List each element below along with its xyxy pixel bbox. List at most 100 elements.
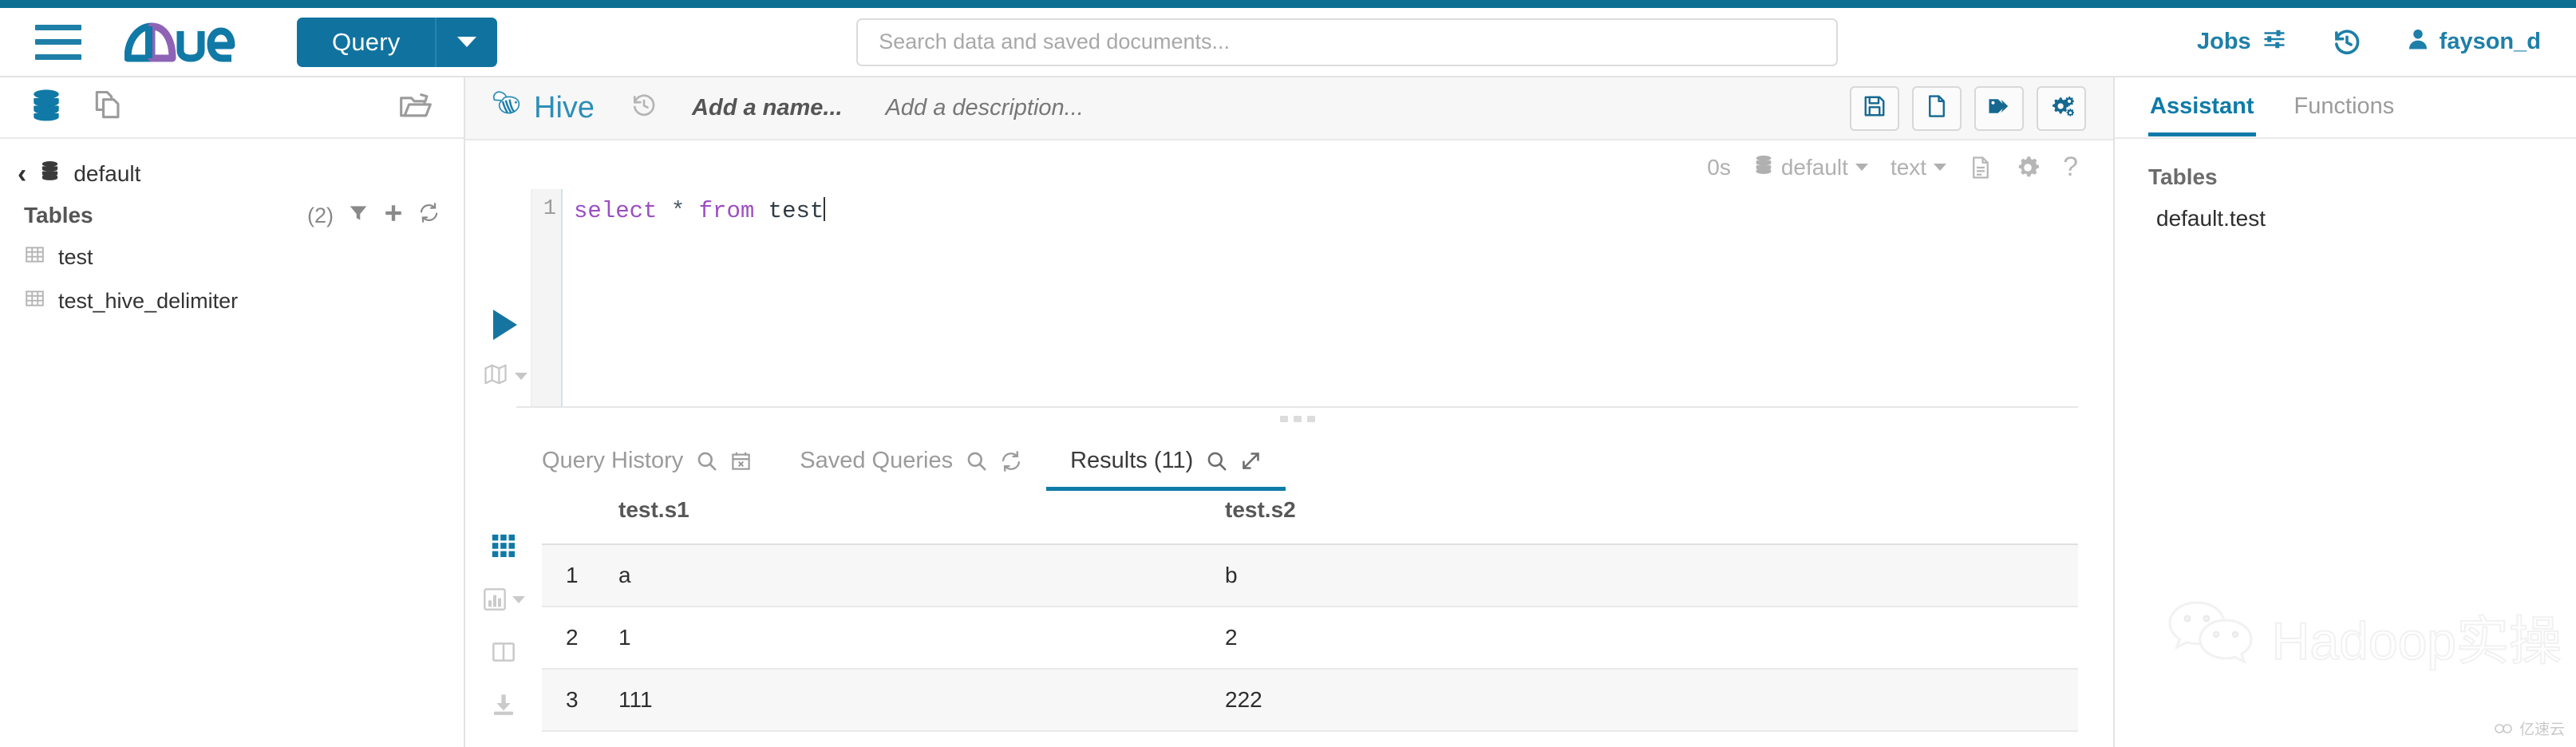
- refresh-icon[interactable]: [1000, 450, 1022, 472]
- explain-control[interactable]: [483, 362, 527, 390]
- grid-icon[interactable]: [490, 532, 517, 559]
- result-tabs: Query History Saved Queries: [465, 430, 2113, 491]
- table-item-label: test: [58, 245, 93, 270]
- elapsed-time: 0s: [1707, 155, 1731, 180]
- left-panel-header: [0, 77, 464, 139]
- calendar-x-icon[interactable]: [730, 450, 752, 472]
- results-panel: test.s1 test.s2 1 a b 2: [465, 491, 2113, 747]
- table-icon: [24, 244, 45, 271]
- sql-token-operator: *: [657, 198, 698, 224]
- assistant-table-item[interactable]: default.test: [2115, 190, 2576, 231]
- table-list-item[interactable]: test_hive_delimiter: [0, 279, 464, 323]
- chevron-down-icon[interactable]: [437, 18, 497, 67]
- editor-column: Hive Add a name... Add a description...: [465, 77, 2113, 747]
- engine-label: Hive: [534, 91, 595, 125]
- tables-title: Tables: [24, 203, 93, 228]
- table-row[interactable]: 3 111 222: [542, 669, 2078, 731]
- filter-icon[interactable]: [348, 203, 369, 229]
- expand-icon[interactable]: [1240, 450, 1262, 472]
- gear-icon[interactable]: [2015, 155, 2041, 180]
- save-button[interactable]: [1850, 86, 1899, 131]
- editor-resize-handle[interactable]: [516, 406, 2078, 430]
- table-list-item[interactable]: test: [0, 235, 464, 279]
- download-icon[interactable]: [491, 692, 516, 717]
- editor-header: Hive Add a name... Add a description...: [465, 77, 2113, 140]
- assistant-section-title: Tables: [2115, 139, 2576, 190]
- column-header-s1[interactable]: test.s1: [618, 491, 1225, 544]
- user-name: fayson_d: [2440, 29, 2541, 55]
- question-mark-icon[interactable]: ?: [2063, 152, 2078, 183]
- breadcrumb[interactable]: ‹ default: [0, 139, 464, 194]
- search-icon[interactable]: [696, 450, 717, 472]
- hamburger-icon[interactable]: [35, 25, 81, 60]
- column-header-s2[interactable]: test.s2: [1225, 491, 2078, 544]
- tables-count: (2): [307, 204, 334, 228]
- code-text[interactable]: select * from test: [561, 189, 2113, 406]
- database-icon[interactable]: [29, 87, 64, 128]
- hive-bee-icon: [486, 87, 523, 130]
- user-menu[interactable]: fayson_d: [2406, 26, 2541, 58]
- breadcrumb-db-label: default: [73, 161, 140, 187]
- global-search: [497, 18, 2197, 66]
- query-description-input[interactable]: Add a description...: [886, 95, 1084, 121]
- new-query-button[interactable]: [1912, 86, 1962, 131]
- table-row[interactable]: 2 1 2: [542, 607, 2078, 669]
- result-format-selector[interactable]: text: [1891, 155, 1946, 180]
- new-document-icon: [1925, 94, 1949, 122]
- refresh-icon[interactable]: [418, 202, 440, 229]
- tab-saved-queries[interactable]: Saved Queries: [776, 440, 1046, 491]
- columns-icon[interactable]: [491, 639, 516, 665]
- query-button-label: Query: [297, 18, 435, 67]
- document-lines-icon[interactable]: [1969, 155, 1993, 180]
- database-icon: [39, 160, 61, 188]
- code-area[interactable]: 1 select * from test: [531, 189, 2113, 406]
- format-label: text: [1891, 155, 1926, 180]
- history-icon[interactable]: [631, 93, 657, 125]
- tab-query-history[interactable]: Query History: [518, 440, 776, 491]
- sql-token-keyword: select: [574, 198, 657, 224]
- documents-icon[interactable]: [91, 87, 126, 128]
- plus-icon[interactable]: [383, 203, 404, 229]
- map-icon: [483, 362, 508, 390]
- search-icon[interactable]: [966, 450, 987, 472]
- chevron-down-icon: [1934, 164, 1946, 171]
- hue-logo[interactable]: [124, 22, 252, 63]
- jobs-button[interactable]: Jobs: [2197, 27, 2288, 57]
- editor-action-buttons: [1850, 86, 2086, 131]
- play-icon[interactable]: [493, 310, 517, 340]
- column-header-rownum[interactable]: [542, 491, 618, 544]
- hue-query-editor-app: Query Jobs: [0, 0, 2576, 747]
- query-name-input[interactable]: Add a name...: [692, 95, 843, 121]
- bar-chart-icon[interactable]: [482, 587, 525, 612]
- engine-selector[interactable]: Hive: [486, 87, 595, 130]
- chevron-down-icon: [1855, 164, 1868, 171]
- global-navbar: Query Jobs: [0, 8, 2576, 77]
- tab-assistant[interactable]: Assistant: [2148, 79, 2256, 136]
- cell-s2: 222: [1225, 669, 2078, 731]
- database-selector[interactable]: default: [1753, 154, 1868, 181]
- table-row[interactable]: 1 a b: [542, 544, 2078, 607]
- row-number: 2: [542, 607, 618, 669]
- settings-button[interactable]: [2037, 86, 2086, 131]
- chevron-left-icon[interactable]: ‹: [18, 160, 26, 188]
- top-accent-bar: [0, 0, 2576, 8]
- tag-button[interactable]: [1974, 86, 2024, 131]
- save-icon: [1863, 94, 1887, 122]
- open-folder-icon[interactable]: [397, 88, 435, 127]
- search-icon[interactable]: [1206, 450, 1227, 472]
- results-table-container[interactable]: test.s1 test.s2 1 a b 2: [542, 491, 2113, 747]
- tab-functions[interactable]: Functions: [2293, 79, 2396, 136]
- gears-icon: [2049, 94, 2074, 122]
- sql-token-identifier: test: [754, 198, 824, 224]
- query-button[interactable]: Query: [297, 18, 497, 67]
- tables-header: Tables (2): [0, 194, 464, 235]
- history-icon[interactable]: [2333, 28, 2361, 57]
- table-header-row: test.s1 test.s2: [542, 491, 2078, 544]
- tab-results[interactable]: Results (11): [1046, 440, 1286, 491]
- right-assistant-panel: Assistant Functions Tables default.test: [2113, 77, 2576, 747]
- result-view-tools: [465, 491, 542, 747]
- editor-status-toolbar: 0s default text: [465, 140, 2113, 189]
- cell-s1: a: [618, 544, 1225, 607]
- search-input[interactable]: [856, 18, 1838, 66]
- main-body: ‹ default Tables (2): [0, 77, 2576, 747]
